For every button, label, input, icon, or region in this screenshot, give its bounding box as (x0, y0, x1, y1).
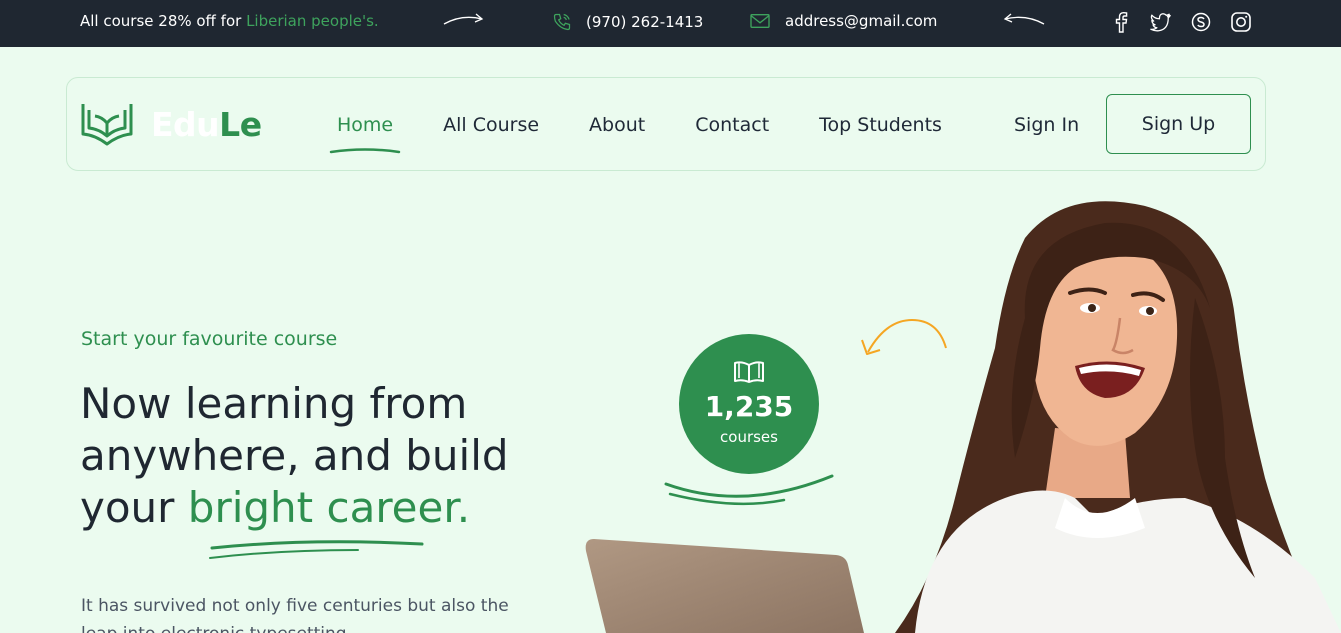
badge-swoosh (664, 474, 834, 506)
hero-kicker: Start your favourite course (81, 328, 338, 350)
promo-text: All course 28% off for Liberian people's… (80, 12, 379, 30)
top-announcement-bar: All course 28% off for Liberian people's… (0, 0, 1341, 47)
headline-highlight: bright career. (187, 483, 471, 532)
twitter-icon[interactable] (1150, 11, 1172, 33)
decorative-arrow-right-icon (443, 13, 484, 25)
email-address: address@gmail.com (785, 12, 938, 30)
instagram-icon[interactable] (1230, 11, 1252, 33)
nav-item-home[interactable]: Home (329, 114, 401, 154)
courses-label: courses (720, 428, 778, 446)
brand-name: EduLe (151, 104, 262, 144)
nav-item-top-students[interactable]: Top Students (819, 114, 942, 136)
hero-description: It has survived not only five centuries … (81, 596, 509, 633)
email-contact[interactable]: address@gmail.com (749, 12, 937, 30)
courses-count-badge: 1,235 courses (679, 334, 819, 474)
open-book-icon (734, 361, 764, 383)
sign-in-link[interactable]: Sign In (1014, 114, 1079, 136)
brand-logo[interactable]: EduLe (81, 102, 262, 146)
nav-item-about[interactable]: About (589, 114, 645, 136)
logo-book-icon (81, 104, 133, 146)
sign-up-button[interactable]: Sign Up (1106, 94, 1251, 154)
main-navbar: EduLe Home All Course About Contact Top … (66, 77, 1266, 171)
nav-item-contact[interactable]: Contact (695, 114, 769, 136)
skype-icon[interactable] (1190, 11, 1212, 33)
headline-underline (209, 540, 424, 559)
decorative-arrow-left-icon (1003, 13, 1045, 25)
nav-item-all-course[interactable]: All Course (443, 114, 539, 136)
facebook-icon[interactable] (1110, 11, 1132, 33)
phone-icon (553, 13, 571, 31)
hero-headline: Now learning from anywhere, and build yo… (80, 379, 509, 532)
laptop-image (585, 539, 864, 633)
mail-icon (750, 14, 770, 28)
active-underline (329, 148, 401, 154)
phone-contact[interactable]: (970) 262-1413 (552, 12, 703, 32)
nav-menu: Home All Course About Contact Top Studen… (329, 114, 942, 154)
phone-number: (970) 262-1413 (586, 13, 704, 31)
promo-highlight: Liberian people's. (246, 12, 379, 30)
smiling-student-image (895, 201, 1341, 633)
social-links (1110, 11, 1252, 33)
courses-count: 1,235 (704, 390, 794, 423)
